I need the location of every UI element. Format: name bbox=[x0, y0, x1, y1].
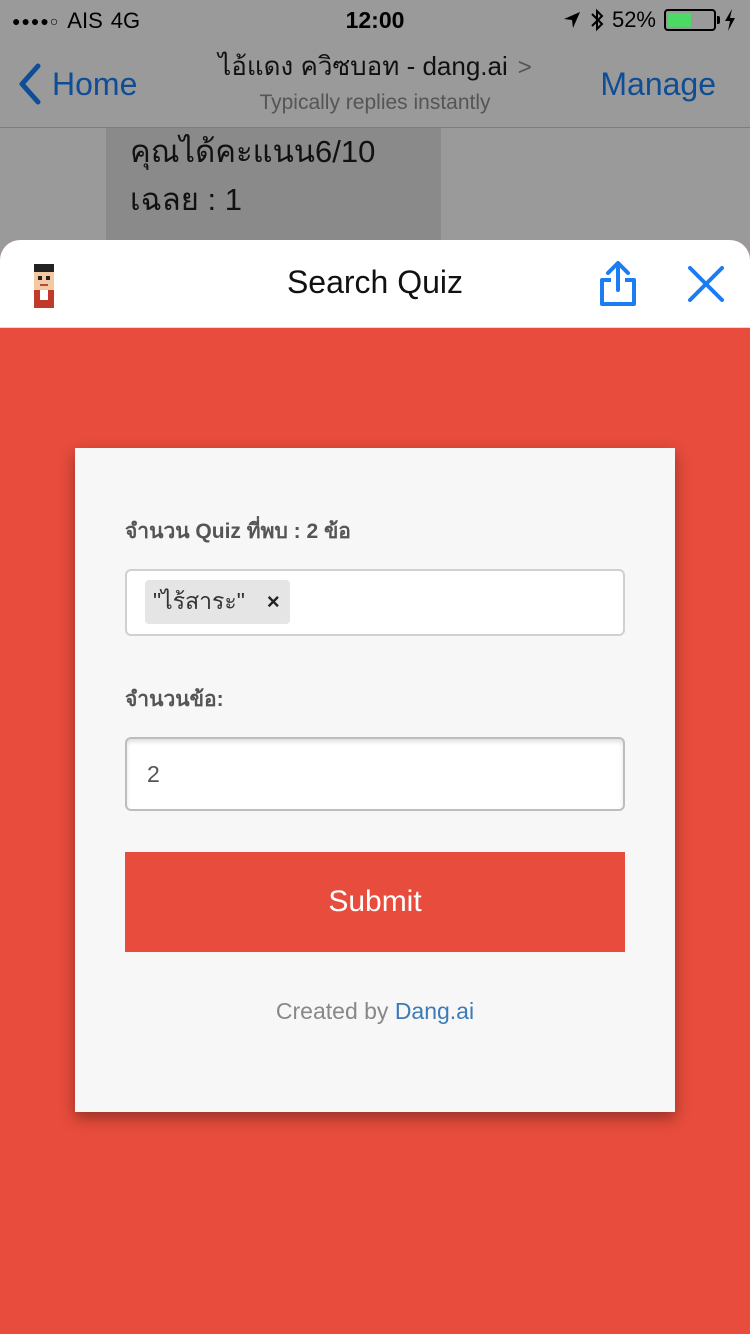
share-icon[interactable] bbox=[596, 260, 640, 308]
battery-percent: 52% bbox=[611, 7, 656, 32]
battery-icon bbox=[664, 9, 720, 31]
location-arrow-icon bbox=[563, 12, 580, 28]
footer-credit: Created by Dang.ai bbox=[75, 998, 675, 1025]
question-count-input[interactable]: 2 bbox=[125, 737, 625, 811]
navigation-bar: Home ไอ้แดง ควิซบอท - dang.ai > Typically… bbox=[0, 40, 750, 128]
manage-button[interactable]: Manage bbox=[600, 66, 716, 103]
answer-text: เฉลย : 1 bbox=[130, 182, 242, 217]
close-icon[interactable] bbox=[686, 264, 726, 304]
submit-button[interactable]: Submit bbox=[125, 852, 625, 952]
search-tag: "ไร้สาระ" × bbox=[145, 580, 290, 624]
score-text: คุณได้คะแนน6/10 bbox=[130, 134, 376, 169]
tag-text: "ไร้สาระ" bbox=[153, 588, 245, 614]
credit-prefix: Created by bbox=[275, 998, 395, 1024]
dang-ai-link[interactable]: Dang.ai bbox=[395, 998, 474, 1024]
status-bar: ●●●●○ AIS 4G 12:00 52% bbox=[0, 0, 750, 40]
charging-bolt-icon bbox=[725, 9, 735, 31]
quiz-search-form: จำนวน Quiz ที่พบ : 2 ข้อ "ไร้สาระ" × จำน… bbox=[75, 448, 675, 1112]
chat-message-bubble: คุณได้คะแนน6/10 เฉลย : 1 bbox=[106, 128, 441, 240]
tag-remove-icon[interactable]: × bbox=[267, 589, 280, 615]
bluetooth-icon bbox=[591, 8, 604, 32]
webview-sheet: Search Quiz จำนวน Quiz ที่พบ : 2 ข้อ "ไร… bbox=[0, 240, 750, 1334]
sheet-header: Search Quiz bbox=[0, 240, 750, 328]
question-count-label: จำนวนข้อ: bbox=[125, 688, 224, 711]
tag-input[interactable]: "ไร้สาระ" × bbox=[125, 569, 625, 636]
chevron-right-icon: > bbox=[517, 54, 532, 81]
bot-name: ไอ้แดง ควิซบอท - dang.ai bbox=[218, 51, 508, 81]
quiz-found-label: จำนวน Quiz ที่พบ : 2 ข้อ bbox=[125, 520, 351, 543]
